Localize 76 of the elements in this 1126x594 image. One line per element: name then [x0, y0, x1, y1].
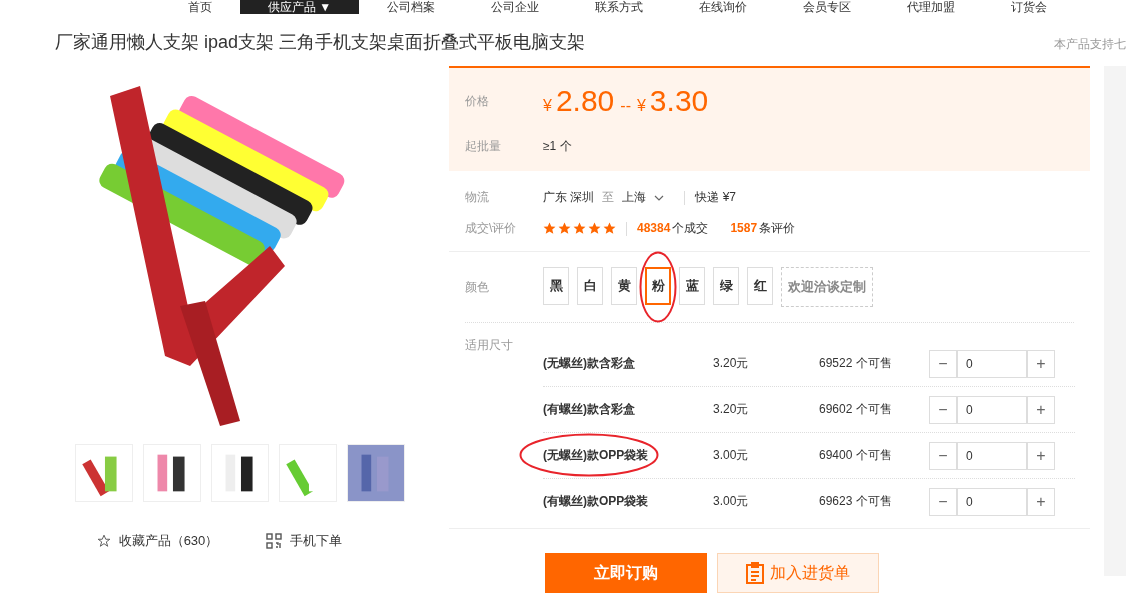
nav-tab[interactable]: 首页 — [160, 0, 240, 14]
color-option[interactable]: 白 — [577, 267, 603, 305]
variant-price: 3.20元 — [713, 355, 750, 372]
shipping-fee: 快递 ¥7 — [695, 189, 737, 206]
quantity-field[interactable]: 0 — [957, 441, 1027, 470]
variant-price: 3.00元 — [713, 493, 750, 510]
custom-order-tag: 欢迎洽谈定制 — [781, 267, 873, 307]
star-icon — [603, 222, 616, 235]
qr-code-icon — [266, 533, 283, 549]
color-option[interactable]: 粉 — [645, 267, 671, 305]
color-option[interactable]: 绿 — [713, 267, 739, 305]
variant-name: (有螺丝)款含彩盒 — [543, 401, 636, 418]
service-note: 本产品支持七 — [1054, 36, 1126, 53]
decrease-button[interactable]: − — [929, 395, 957, 424]
thumbnail-image[interactable] — [210, 444, 269, 502]
decrease-button[interactable]: − — [929, 441, 957, 470]
variant-name: (无螺丝)款OPP袋装 — [543, 447, 650, 464]
nav-tab[interactable]: 会员专区 — [775, 0, 880, 14]
star-icon — [573, 222, 586, 235]
favorite-link[interactable]: 收藏产品（630） — [118, 532, 219, 550]
color-option[interactable]: 红 — [747, 267, 773, 305]
review-count[interactable]: 1587 条评价 — [730, 220, 796, 237]
variant-price: 3.00元 — [713, 447, 750, 464]
increase-button[interactable]: + — [1027, 441, 1055, 470]
increase-button[interactable]: + — [1027, 349, 1055, 378]
nav-tab[interactable]: 供应产品 ▼ — [240, 0, 360, 14]
price-low: 2.80 — [555, 84, 615, 118]
product-title: 厂家通用懒人支架 ipad支架 三角手机支架桌面折叠式平板电脑支架 — [55, 31, 586, 54]
nav-tab[interactable]: 订货会 — [983, 0, 1076, 14]
thumbnail-image[interactable] — [278, 444, 337, 502]
currency-sign: ¥ — [636, 97, 646, 115]
currency-sign: ¥ — [543, 97, 552, 115]
quantity-field[interactable]: 0 — [957, 395, 1027, 424]
chevron-down-icon[interactable] — [654, 194, 665, 201]
clipboard-icon — [746, 562, 764, 584]
nav-tab[interactable]: 公司企业 — [463, 0, 568, 14]
nav-tab[interactable]: 在线询价 — [671, 0, 776, 14]
star-icon — [96, 534, 111, 548]
color-label: 颜色 — [465, 278, 490, 296]
variant-name: (无螺丝)款含彩盒 — [543, 355, 636, 372]
nav-tab[interactable]: 联系方式 — [567, 0, 672, 14]
quantity-field[interactable]: 0 — [957, 487, 1027, 516]
increase-button[interactable]: + — [1027, 487, 1055, 516]
star-icon — [543, 222, 556, 235]
moq-value: ≥1 个 — [543, 138, 572, 155]
nav-tab[interactable]: 公司档案 — [359, 0, 464, 14]
thumbnail-image[interactable] — [142, 444, 201, 502]
ship-from: 广东 深圳 — [543, 189, 595, 206]
color-option[interactable]: 黄 — [611, 267, 637, 305]
stock-count: 69522 个可售 — [819, 355, 893, 372]
stock-count: 69623 个可售 — [819, 493, 893, 510]
color-option[interactable]: 蓝 — [679, 267, 705, 305]
stock-count: 69602 个可售 — [819, 401, 893, 418]
quantity-field[interactable]: 0 — [957, 349, 1027, 378]
price-high: 3.30 — [649, 84, 709, 118]
size-label: 适用尺寸 — [465, 337, 514, 354]
logistics-label: 物流 — [465, 189, 490, 206]
to-word: 至 — [602, 189, 615, 206]
nav-tab[interactable]: 代理加盟 — [879, 0, 984, 14]
price-label: 价格 — [465, 92, 490, 110]
thumbnail-image[interactable] — [74, 444, 133, 502]
thumbnail-image[interactable] — [346, 444, 405, 502]
moq-label: 起批量 — [465, 138, 502, 155]
color-option[interactable]: 黑 — [543, 267, 569, 305]
star-icon — [588, 222, 601, 235]
price-separator: -- — [620, 97, 631, 115]
ship-to-dropdown[interactable]: 上海 — [622, 189, 647, 206]
decrease-button[interactable]: − — [929, 487, 957, 516]
increase-button[interactable]: + — [1027, 395, 1055, 424]
mobile-order-link[interactable]: 手机下单 — [290, 532, 343, 550]
decrease-button[interactable]: − — [929, 349, 957, 378]
star-icon — [558, 222, 571, 235]
variant-price: 3.20元 — [713, 401, 750, 418]
variant-name: (有螺丝)款OPP袋装 — [543, 493, 650, 510]
deals-label: 成交\评价 — [465, 220, 518, 237]
stock-count: 69400 个可售 — [819, 447, 893, 464]
